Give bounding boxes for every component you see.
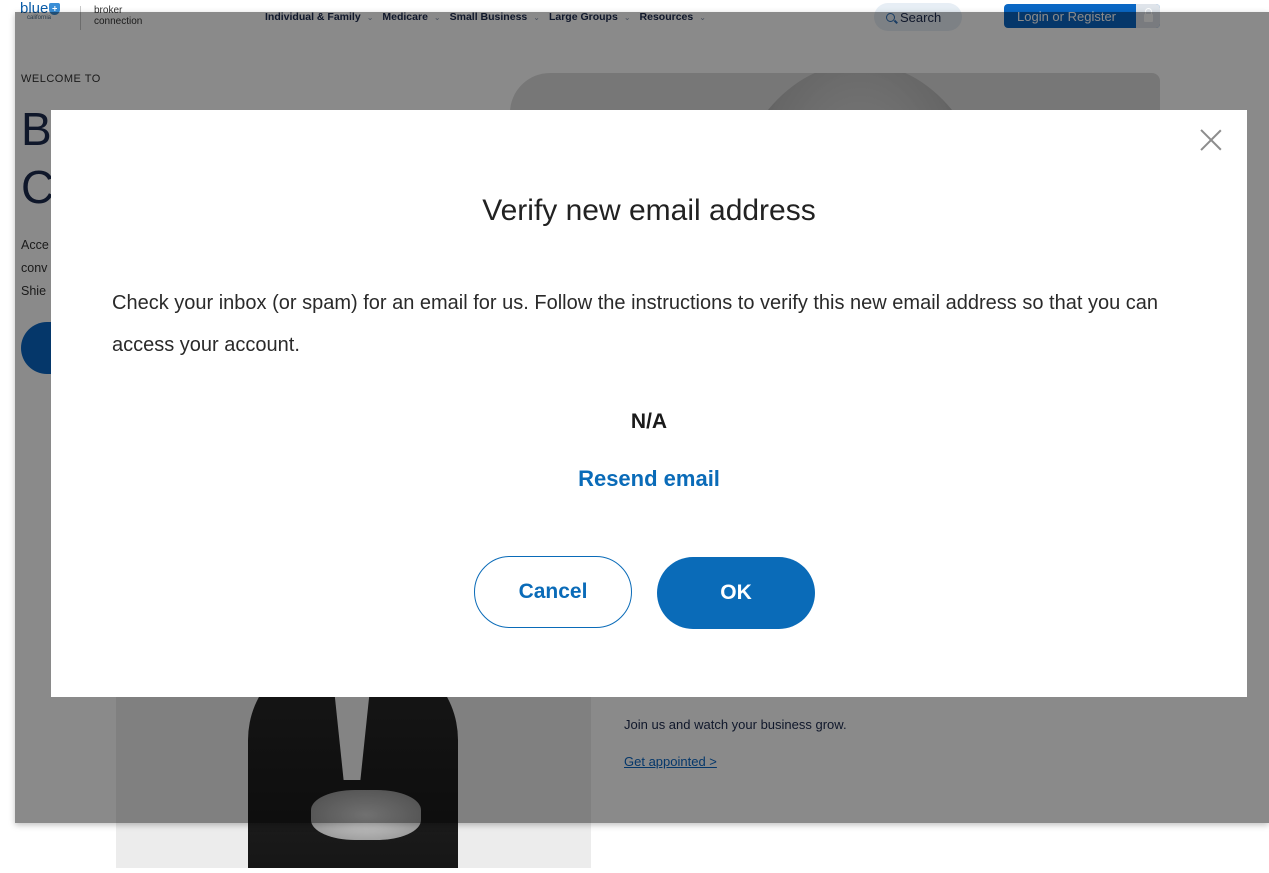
resend-email-link[interactable]: Resend email: [51, 466, 1247, 492]
verify-email-dialog: Verify new email address Check your inbo…: [51, 110, 1247, 697]
dialog-title: Verify new email address: [482, 194, 816, 227]
close-icon[interactable]: [1199, 127, 1223, 151]
ok-button[interactable]: OK: [657, 557, 815, 629]
cancel-button[interactable]: Cancel: [474, 556, 632, 628]
dialog-message: Check your inbox (or spam) for an email …: [112, 292, 1159, 356]
dialog-email-value: N/A: [630, 410, 668, 433]
